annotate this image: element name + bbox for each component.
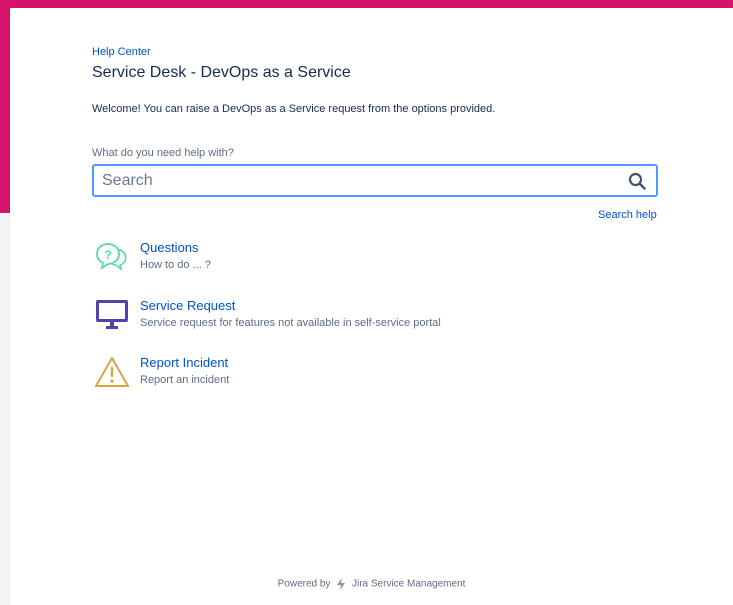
breadcrumb-help-center[interactable]: Help Center — [92, 46, 151, 58]
portal-panel: Help Center Service Desk - DevOps as a S… — [10, 8, 733, 605]
option-service-request[interactable]: Service Request Service request for feat… — [94, 298, 574, 338]
option-title[interactable]: Questions — [140, 240, 199, 255]
option-report-incident[interactable]: Report Incident Report an incident — [94, 355, 574, 395]
page-title: Service Desk - DevOps as a Service — [92, 64, 351, 81]
option-description: Report an incident — [140, 374, 230, 386]
footer-product-link[interactable]: Jira Service Management — [352, 579, 465, 590]
jira-bolt-icon — [337, 578, 346, 590]
welcome-message: Welcome! You can raise a DevOps as a Ser… — [92, 103, 496, 115]
search-help-link[interactable]: Search help — [598, 209, 657, 221]
search-box[interactable] — [92, 164, 658, 197]
svg-text:?: ? — [104, 248, 111, 262]
footer-prefix: Powered by — [277, 578, 331, 590]
search-icon[interactable] — [628, 172, 646, 190]
warning-icon — [95, 357, 129, 387]
option-description: How to do ... ? — [140, 259, 211, 271]
option-title[interactable]: Report Incident — [140, 355, 228, 370]
footer: Powered by Jira Service Management — [10, 578, 733, 590]
search-label: What do you need help with? — [92, 147, 234, 159]
monitor-icon — [96, 300, 128, 329]
option-title[interactable]: Service Request — [140, 298, 235, 313]
question-bubbles-icon: ? — [96, 243, 127, 272]
search-input[interactable] — [102, 166, 612, 195]
option-description: Service request for features not availab… — [140, 317, 441, 329]
option-questions[interactable]: ? Questions How to do ... ? — [94, 240, 574, 280]
